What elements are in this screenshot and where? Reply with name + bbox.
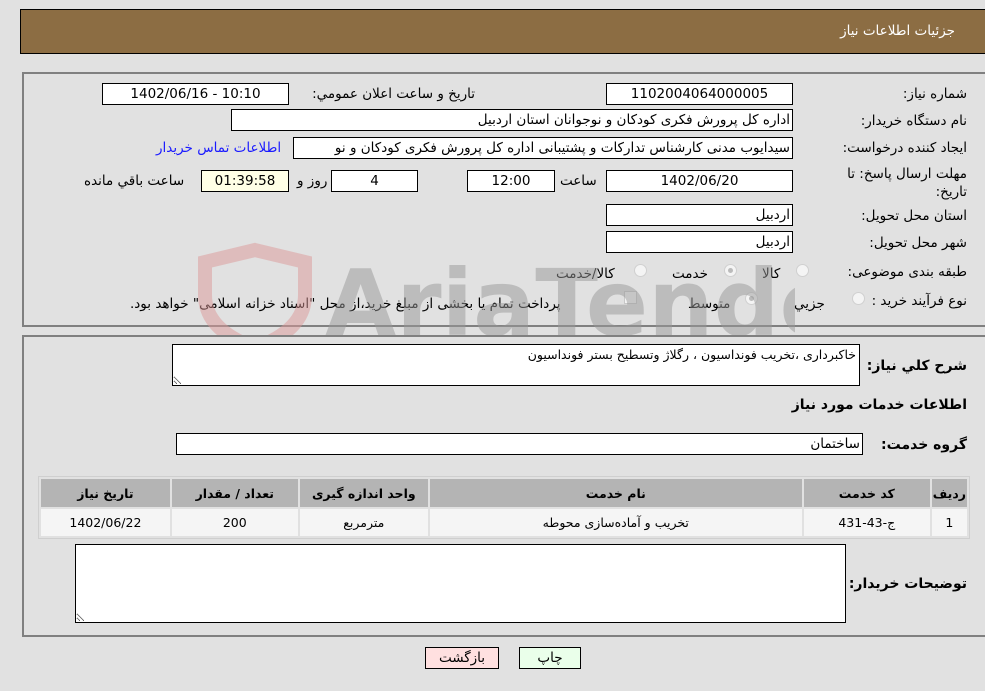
col-row-number: رديف bbox=[931, 479, 967, 507]
category-radio-goods-service[interactable] bbox=[634, 264, 647, 277]
deadline-time-label: ساعت bbox=[560, 173, 597, 189]
need-number-field: 1102004064000005 bbox=[606, 83, 793, 105]
cell-row-number: 1 bbox=[931, 509, 967, 536]
category-radio-service[interactable] bbox=[724, 264, 737, 277]
back-button[interactable]: بازگشت bbox=[425, 647, 499, 669]
category-label: طبقه بندی موضوعی: bbox=[847, 264, 967, 280]
col-need-date: تاريخ نياز bbox=[41, 479, 170, 507]
delivery-province-field: اردبیل bbox=[606, 204, 793, 226]
service-group-field: ساختمان bbox=[176, 433, 863, 455]
buyer-notes-textarea[interactable] bbox=[75, 544, 846, 623]
service-group-label: گروه خدمت: bbox=[881, 437, 967, 453]
category-option-goods-service: کالا/خدمت bbox=[556, 266, 615, 282]
category-option-goods: کالا bbox=[762, 266, 781, 282]
purchase-radio-medium[interactable] bbox=[745, 292, 758, 305]
page-title: جزئيات اطلاعات نياز bbox=[840, 23, 955, 39]
table-row: 1 ج-43-431 تخریب و آماده‌سازی محوطه مترم… bbox=[41, 509, 967, 536]
remaining-days-label: روز و bbox=[297, 173, 328, 189]
requester-label: ايجاد کننده درخواست: bbox=[842, 140, 967, 156]
purchase-option-medium: متوسط bbox=[688, 296, 731, 312]
purchase-type-label: نوع فرآيند خريد : bbox=[871, 293, 967, 309]
col-service-code: کد خدمت bbox=[803, 479, 930, 507]
cell-service-code: ج-43-431 bbox=[803, 509, 930, 536]
category-option-service: خدمت bbox=[672, 266, 708, 282]
deadline-time-field: 12:00 bbox=[467, 170, 555, 192]
col-service-name: نام خدمت bbox=[429, 479, 802, 507]
delivery-city-field: اردبیل bbox=[606, 231, 793, 253]
buyer-contact-link[interactable]: اطلاعات تماس خريدار bbox=[156, 140, 281, 156]
cell-need-date: 1402/06/22 bbox=[41, 509, 170, 536]
page-header: جزئيات اطلاعات نياز bbox=[20, 9, 985, 54]
purchase-radio-minor[interactable] bbox=[852, 292, 865, 305]
need-number-label: شماره نياز: bbox=[902, 86, 967, 102]
col-unit: واحد اندازه گيری bbox=[299, 479, 428, 507]
announce-datetime-label: تاريخ و ساعت اعلان عمومي: bbox=[312, 86, 475, 102]
remaining-time-label: ساعت باقي مانده bbox=[84, 173, 185, 189]
deadline-date-field: 1402/06/20 bbox=[606, 170, 793, 192]
delivery-city-label: شهر محل تحويل: bbox=[869, 235, 967, 251]
delivery-province-label: استان محل تحويل: bbox=[861, 208, 967, 224]
services-table: رديف کد خدمت نام خدمت واحد اندازه گيری ت… bbox=[38, 476, 970, 539]
announce-datetime-field: 1402/06/16 - 10:10 bbox=[102, 83, 289, 105]
treasury-checkbox[interactable] bbox=[624, 291, 637, 304]
description-textarea[interactable] bbox=[172, 344, 860, 386]
description-label: شرح كلي نياز: bbox=[866, 358, 967, 374]
remaining-time-field: 01:39:58 bbox=[201, 170, 289, 192]
buyer-org-field: اداره کل پرورش فکری کودکان و نوجوانان اس… bbox=[231, 109, 793, 131]
buyer-org-label: نام دستگاه خريدار: bbox=[860, 113, 967, 129]
remaining-days-field: 4 bbox=[331, 170, 418, 192]
category-radio-goods[interactable] bbox=[796, 264, 809, 277]
services-heading: اطلاعات خدمات مورد نياز bbox=[791, 397, 967, 413]
purchase-option-minor: جزيي bbox=[794, 296, 825, 312]
cell-quantity: 200 bbox=[171, 509, 298, 536]
cell-unit: مترمربع bbox=[299, 509, 428, 536]
col-quantity: تعداد / مقدار bbox=[171, 479, 298, 507]
cell-service-name: تخریب و آماده‌سازی محوطه bbox=[429, 509, 802, 536]
requester-field: سیدایوب مدنی کارشناس تدارکات و پشتیبانی … bbox=[293, 137, 793, 159]
deadline-label: مهلت ارسال پاسخ: تا تاريخ: bbox=[847, 166, 967, 200]
print-button[interactable]: چاپ bbox=[519, 647, 581, 669]
treasury-note: پرداخت تمام يا بخشی از مبلغ خريد،از محل … bbox=[130, 296, 561, 312]
buyer-notes-label: توضيحات خريدار: bbox=[848, 576, 967, 592]
table-header-row: رديف کد خدمت نام خدمت واحد اندازه گيری ت… bbox=[41, 479, 967, 507]
